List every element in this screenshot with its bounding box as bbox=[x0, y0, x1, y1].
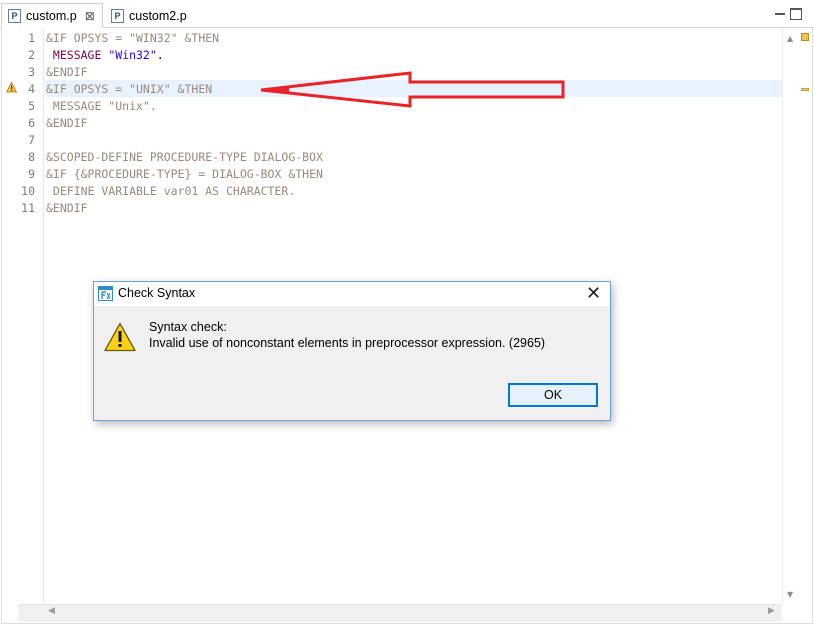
ok-button[interactable]: OK bbox=[508, 383, 598, 407]
overview-ruler bbox=[798, 28, 812, 604]
code-text: &ENDIF bbox=[46, 116, 88, 130]
close-icon[interactable]: ✕ bbox=[586, 283, 601, 303]
line-number: 5 bbox=[28, 99, 35, 113]
code-text: &IF OPSYS = "WIN32" &THEN bbox=[46, 31, 220, 45]
code-line: 9 &IF {&PROCEDURE-TYPE} = DIALOG-BOX &TH… bbox=[2, 166, 782, 183]
code-line: 2 MESSAGE "Win32". bbox=[2, 47, 782, 64]
annotation-arrow-icon bbox=[260, 71, 565, 108]
tab-custom-p[interactable]: P custom.p ⊠ bbox=[1, 3, 103, 28]
horizontal-scrollbar[interactable]: ◀ ▶ bbox=[18, 604, 782, 622]
code-line: 11 &ENDIF bbox=[2, 200, 782, 217]
progress-file-icon: P bbox=[111, 8, 124, 23]
maximize-icon[interactable] bbox=[790, 8, 802, 20]
tab-custom2-p[interactable]: P custom2.p bbox=[105, 3, 193, 28]
warning-summary-icon[interactable] bbox=[801, 33, 809, 41]
code-text: &IF OPSYS = "UNIX" &THEN bbox=[46, 82, 213, 96]
string-token: "Win32" bbox=[108, 48, 157, 62]
dialog-title: Check Syntax bbox=[118, 286, 196, 300]
code-text: &ENDIF bbox=[46, 201, 88, 215]
code-line: 10 DEFINE VARIABLE var01 AS CHARACTER. bbox=[2, 183, 782, 200]
editor-tab-bar: P custom.p ⊠ P custom2.p bbox=[0, 0, 814, 28]
tab-label: custom2.p bbox=[129, 8, 187, 23]
punctuation-token: . bbox=[156, 48, 164, 62]
line-number: 6 bbox=[28, 116, 35, 130]
code-text: &ENDIF bbox=[46, 65, 88, 79]
scroll-up-icon[interactable]: ▲ bbox=[787, 34, 793, 43]
scroll-down-icon[interactable]: ▼ bbox=[787, 590, 793, 599]
code-line: 8 &SCOPED-DEFINE PROCEDURE-TYPE DIALOG-B… bbox=[2, 149, 782, 166]
keyword-token: MESSAGE bbox=[46, 48, 109, 62]
line-number: 1 bbox=[28, 31, 35, 45]
line-number: 2 bbox=[28, 48, 35, 62]
close-tab-icon[interactable]: ⊠ bbox=[85, 10, 95, 22]
vertical-scrollbar[interactable]: ▲ ▼ bbox=[782, 28, 798, 604]
code-text: DEFINE VARIABLE var01 AS CHARACTER. bbox=[46, 184, 296, 198]
code-line: 1 &IF OPSYS = "WIN32" &THEN bbox=[2, 30, 782, 47]
code-text: &IF {&PROCEDURE-TYPE} = DIALOG-BOX &THEN bbox=[46, 167, 323, 181]
code-text: &SCOPED-DEFINE PROCEDURE-TYPE DIALOG-BOX bbox=[46, 150, 323, 164]
tab-label: custom.p bbox=[26, 8, 77, 23]
check-syntax-dialog: Check Syntax ✕ Syntax check: Invalid use… bbox=[93, 281, 611, 421]
code-text: MESSAGE "Unix". bbox=[46, 99, 157, 113]
line-number: 7 bbox=[28, 133, 35, 147]
dialog-title-bar[interactable]: Check Syntax ✕ bbox=[94, 282, 610, 306]
minimize-icon[interactable] bbox=[774, 8, 786, 20]
progress-app-icon bbox=[98, 286, 113, 301]
line-number: 4 bbox=[28, 82, 35, 96]
code-line: 7 bbox=[2, 132, 782, 149]
dialog-message-heading: Syntax check: bbox=[149, 320, 227, 334]
line-number: 9 bbox=[28, 167, 35, 181]
line-number: 11 bbox=[21, 201, 35, 215]
line-number: 8 bbox=[28, 150, 35, 164]
scroll-right-icon[interactable]: ▶ bbox=[768, 606, 775, 616]
dialog-message-text: Invalid use of nonconstant elements in p… bbox=[149, 336, 546, 350]
scroll-left-icon[interactable]: ◀ bbox=[48, 606, 55, 616]
code-text: MESSAGE "Win32". bbox=[46, 47, 164, 64]
warning-overview-marker[interactable] bbox=[801, 88, 809, 91]
warning-icon bbox=[104, 322, 136, 352]
line-number: 3 bbox=[28, 65, 35, 79]
progress-file-icon: P bbox=[8, 8, 21, 23]
line-number: 10 bbox=[21, 184, 35, 198]
code-line: 6 &ENDIF bbox=[2, 115, 782, 132]
